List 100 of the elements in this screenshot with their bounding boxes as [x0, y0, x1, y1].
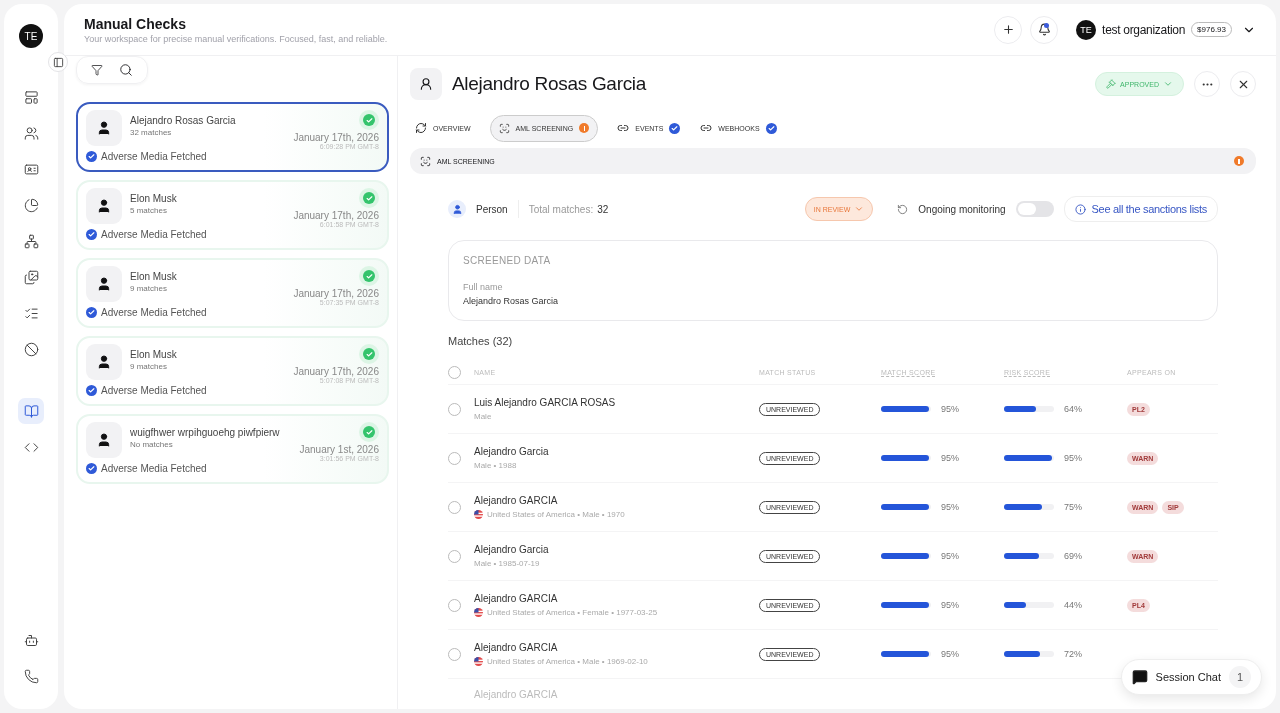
match-score: 95%	[941, 453, 959, 463]
check-name: Elon Musk	[130, 349, 178, 360]
select-all-checkbox[interactable]	[448, 366, 461, 379]
match-count: 9 matches	[130, 284, 168, 293]
risk-score: 44%	[1064, 600, 1082, 610]
success-icon	[359, 422, 379, 442]
row-checkbox[interactable]	[448, 500, 461, 514]
risk-score: 75%	[1064, 502, 1082, 512]
match-name: Alejandro GARCIA	[474, 593, 559, 604]
match-score-bar	[881, 651, 931, 657]
phone-icon	[23, 668, 39, 684]
risk-score-bar	[1004, 553, 1054, 559]
match-score: 95%	[941, 551, 959, 561]
layout-icon	[23, 89, 39, 105]
check-name: wuigfhwer wrpihguoehg piwfpierw	[130, 427, 281, 438]
check-date: January 17th, 2026	[293, 365, 379, 377]
images-icon	[23, 269, 39, 285]
nav-item[interactable]	[18, 398, 44, 424]
close-button[interactable]	[1230, 71, 1256, 97]
row-checkbox[interactable]	[448, 647, 461, 661]
check-date: January 17th, 2026	[293, 287, 379, 299]
risk-score: 72%	[1064, 649, 1082, 659]
notifications-button[interactable]	[1030, 15, 1059, 44]
search-icon[interactable]	[119, 63, 133, 77]
detail-title: Alejandro Rosas Garcia	[452, 73, 648, 95]
match-name: Alejandro GARCIA	[474, 495, 559, 506]
match-name: Alejandro GARCIA	[474, 689, 559, 700]
match-details: Male • 1988	[474, 461, 517, 470]
match-count: 32 matches	[130, 128, 173, 137]
match-count: No matches	[130, 440, 174, 449]
face-scan-icon	[420, 155, 431, 167]
person-avatar	[86, 344, 122, 380]
gavel-icon	[1106, 79, 1117, 89]
risk-score-bar	[1004, 602, 1054, 608]
card-heading: SCREENED DATA	[463, 255, 552, 266]
row-checkbox[interactable]	[448, 402, 461, 416]
match-score: 95%	[941, 600, 959, 610]
match-details: Male • 1985-07-19	[474, 559, 540, 568]
match-score-bar	[881, 602, 931, 608]
check-name: Elon Musk	[130, 193, 178, 204]
person-avatar	[86, 422, 122, 458]
match-count: 9 matches	[130, 362, 168, 371]
check-status: Adverse Media Fetched	[101, 463, 207, 475]
match-count: 5 matches	[130, 206, 168, 215]
check-badge	[86, 385, 97, 397]
sidebar-toggle-button[interactable]	[48, 52, 68, 72]
page-subtitle: Your workspace for precise manual verifications. Focused, fast, and reliable.	[84, 33, 389, 44]
match-score-bar	[881, 504, 931, 510]
success-icon	[359, 266, 379, 286]
chevron-down-icon	[854, 204, 865, 214]
match-name: Alejandro Garcia	[474, 544, 550, 555]
chat-icon	[1131, 669, 1148, 685]
chat-count: 1	[1229, 666, 1251, 688]
person-avatar	[86, 266, 122, 302]
total-matches: 32	[597, 203, 609, 215]
checklist-icon	[23, 305, 39, 321]
success-icon	[359, 188, 379, 208]
row-checkbox[interactable]	[448, 549, 461, 563]
risk-score-bar	[1004, 504, 1054, 510]
session-chat-button[interactable]: Session Chat 1	[1120, 659, 1262, 695]
field-value: Alejandro Rosas Garcia	[463, 296, 560, 306]
person-avatar	[86, 110, 122, 146]
check-date: January 17th, 2026	[293, 131, 379, 143]
org-name: test organization	[1102, 22, 1186, 37]
check-name: Elon Musk	[130, 271, 178, 282]
match-name: Alejandro GARCIA	[474, 642, 559, 653]
refresh-icon	[897, 203, 909, 215]
chevron-down-icon	[1163, 79, 1173, 89]
face-scan-icon	[498, 122, 510, 134]
org-avatar: TE	[1076, 19, 1097, 40]
monitoring-switch[interactable]	[1015, 201, 1054, 217]
check-date: January 1st, 2026	[299, 443, 379, 455]
match-details: United States of America • Male • 1969-02-10	[487, 657, 648, 666]
person-avatar	[86, 188, 122, 224]
risk-score: 64%	[1064, 404, 1082, 414]
match-name: Luis Alejandro GARCIA ROSAS	[474, 397, 617, 408]
check-date: January 17th, 2026	[293, 209, 379, 221]
row-checkbox[interactable]	[448, 598, 461, 612]
bell-icon	[1037, 23, 1051, 36]
sanctions-link[interactable]: See all the sanctions lists	[1063, 196, 1218, 222]
check-badge	[86, 307, 97, 319]
risk-score-bar	[1004, 651, 1054, 657]
filter-icon[interactable]	[91, 64, 103, 76]
field-label: Full name	[463, 282, 504, 292]
match-details: United States of America • Female • 1977-03-25	[487, 608, 658, 617]
plus-icon	[1001, 23, 1015, 36]
user-avatar[interactable]: TE	[19, 24, 43, 48]
check-status: Adverse Media Fetched	[101, 307, 207, 319]
link-icon	[700, 122, 713, 134]
check-badge	[86, 463, 97, 475]
risk-score: 69%	[1064, 551, 1082, 561]
person-icon	[448, 200, 466, 218]
total-matches-label: Total matches:	[528, 203, 594, 215]
refresh-icon	[415, 122, 427, 134]
match-score: 95%	[941, 649, 959, 659]
users-icon	[23, 125, 39, 141]
bot-icon	[23, 632, 39, 648]
check-status: Adverse Media Fetched	[101, 151, 207, 163]
ban-icon	[23, 341, 39, 357]
row-checkbox[interactable]	[448, 451, 461, 465]
